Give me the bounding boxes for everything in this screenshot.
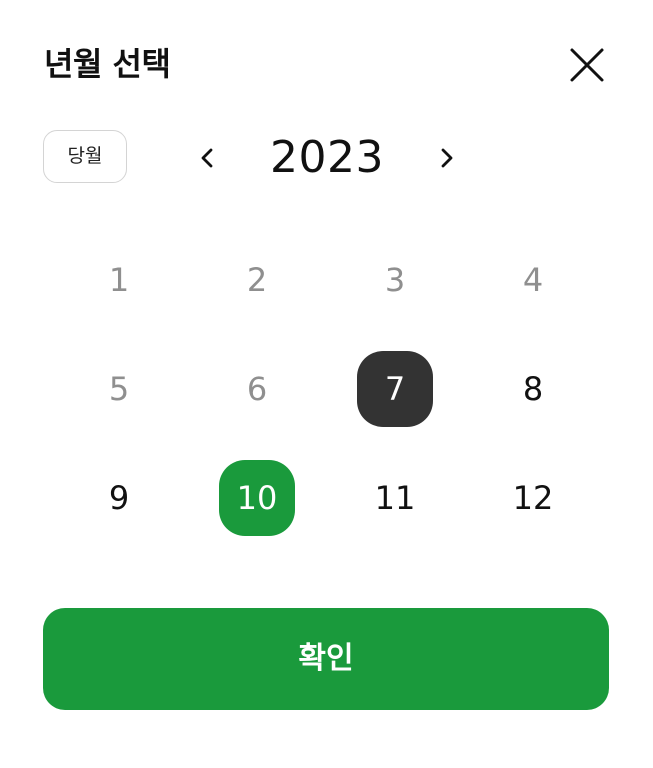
month-4: 4 [522, 260, 544, 299]
month-2: 2 [246, 260, 268, 299]
page-title: 년월 선택 [44, 45, 171, 83]
month-cell: 12 [464, 443, 602, 552]
month-cell: 6 [188, 334, 326, 443]
month-cell: 11 [326, 443, 464, 552]
month-1: 1 [108, 260, 130, 299]
month-cell: 8 [464, 334, 602, 443]
prev-year-button[interactable] [187, 138, 227, 178]
month-6: 6 [246, 369, 268, 408]
chevron-right-icon [441, 148, 453, 168]
month-cell: 9 [50, 443, 188, 552]
month-cell: 2 [188, 225, 326, 334]
month-12[interactable]: 12 [495, 460, 571, 536]
close-icon [570, 48, 604, 82]
confirm-button[interactable]: 확인 [43, 608, 609, 710]
month-cell: 10 [188, 443, 326, 552]
next-year-button[interactable] [427, 138, 467, 178]
month-grid: 1 2 3 4 5 6 7 8 9 10 11 12 [50, 225, 602, 552]
month-5: 5 [108, 369, 130, 408]
month-cell: 4 [464, 225, 602, 334]
month-9[interactable]: 9 [81, 460, 157, 536]
month-cell: 7 [326, 334, 464, 443]
month-11[interactable]: 11 [357, 460, 433, 536]
chevron-left-icon [201, 148, 213, 168]
month-cell: 3 [326, 225, 464, 334]
month-8[interactable]: 8 [495, 351, 571, 427]
month-7[interactable]: 7 [357, 350, 433, 427]
current-month-button[interactable]: 당월 [43, 130, 127, 183]
close-button[interactable] [562, 40, 612, 90]
month-cell: 1 [50, 225, 188, 334]
month-3: 3 [384, 260, 406, 299]
month-picker-sheet: 년월 선택 당월 2023 1 2 3 4 5 6 7 8 9 10 11 12… [0, 0, 653, 768]
year-display: 2023 [270, 132, 384, 183]
month-cell: 5 [50, 334, 188, 443]
month-10[interactable]: 10 [219, 459, 295, 536]
